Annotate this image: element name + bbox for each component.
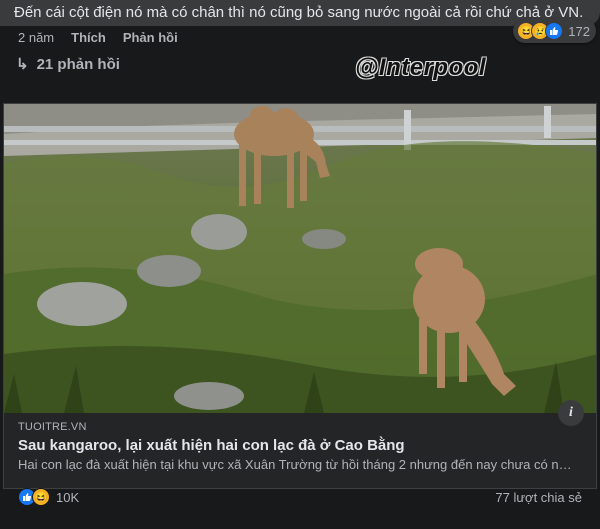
- view-replies-link[interactable]: ↳ 21 phản hồi: [16, 55, 120, 74]
- link-source: TUOITRE.VN: [18, 421, 87, 433]
- post-reaction-count: 10K: [56, 489, 80, 505]
- watermark: @Interpool: [355, 54, 487, 81]
- reply-arrow-icon: ↳: [16, 56, 29, 73]
- share-count[interactable]: 77 lượt chia sẻ: [495, 490, 582, 505]
- link-description: Hai con lạc đà xuất hiện tại khu vực xã …: [18, 457, 578, 472]
- comment-actions: 2 năm Thích Phản hồi: [18, 30, 178, 45]
- comment-reaction-count: 172: [568, 23, 590, 39]
- haha-icon: 😆: [32, 488, 50, 506]
- link-preview-card[interactable]: i TUOITRE.VN Sau kangaroo, lại xuất hiện…: [3, 103, 597, 489]
- info-icon[interactable]: i: [558, 400, 584, 426]
- comment-reactions[interactable]: 😆 😢 172: [513, 19, 596, 43]
- camels-photo[interactable]: [4, 104, 597, 413]
- like-icon: [545, 22, 564, 40]
- comment-bubble: Đến cái cột điện nó mà có chân thì nó cũ…: [0, 0, 600, 26]
- post-reactions[interactable]: 😆 10K: [18, 488, 79, 506]
- comment-text: Đến cái cột điện nó mà có chân thì nó cũ…: [14, 4, 584, 21]
- reply-button[interactable]: Phản hồi: [123, 30, 178, 45]
- comment-timestamp[interactable]: 2 năm: [18, 30, 54, 45]
- replies-count-label: 21 phản hồi: [36, 55, 120, 73]
- link-title[interactable]: Sau kangaroo, lại xuất hiện hai con lạc …: [18, 437, 405, 454]
- like-button[interactable]: Thích: [71, 30, 106, 45]
